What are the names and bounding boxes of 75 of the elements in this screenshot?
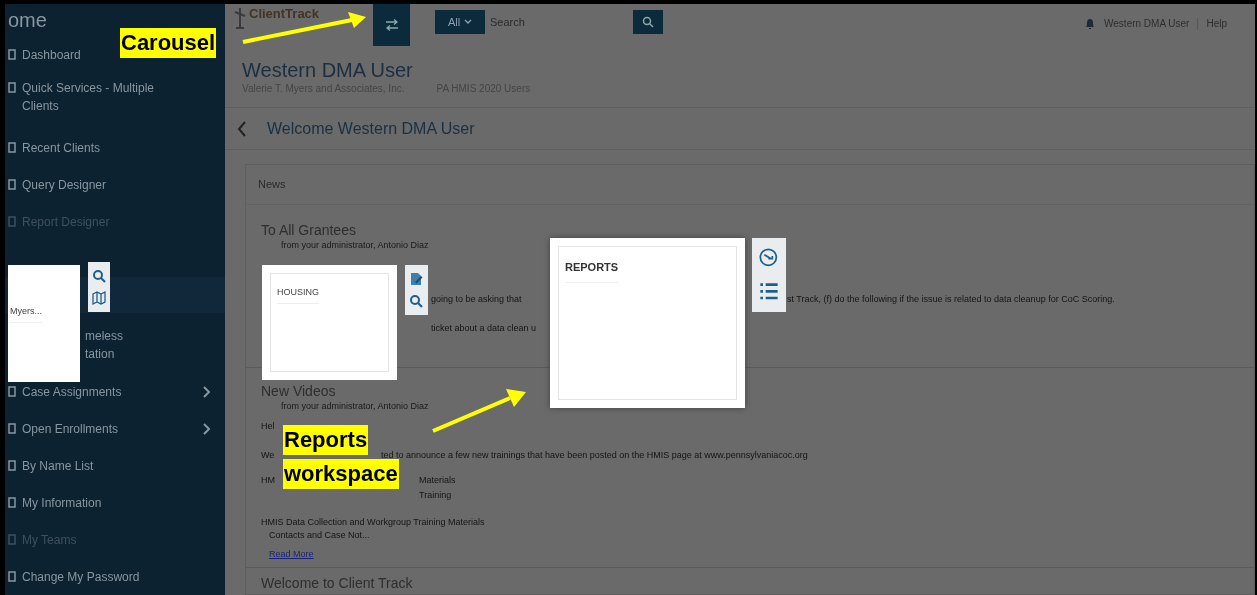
page-icon — [8, 534, 16, 545]
menu-item-label[interactable]: My Information — [22, 493, 102, 512]
menu-item-label[interactable]: meless — [85, 327, 123, 345]
back-icon — [237, 120, 247, 137]
edit-document-button[interactable] — [409, 271, 424, 287]
callout-label: Carousel — [120, 28, 217, 58]
edit-document-icon — [409, 271, 424, 287]
page-icon — [8, 460, 16, 471]
swap-arrows-icon — [384, 19, 399, 31]
page-icon — [8, 142, 16, 153]
search-icon — [642, 16, 654, 28]
post-text: st Track, (f) do the following if the issue is related to data cleanup for CoC Scoring. — [787, 293, 1115, 306]
post-text: We — [261, 449, 275, 462]
search-button[interactable] — [633, 10, 663, 34]
page-icon — [8, 82, 16, 93]
caret-icon — [464, 19, 473, 25]
post-text: Contacts and Case Not... — [269, 529, 370, 542]
post-author: from your administrator, Antonio Diaz — [281, 400, 430, 412]
bell-icon — [1084, 17, 1097, 30]
page-icon — [8, 216, 16, 227]
page-icon — [8, 497, 16, 508]
callout-label: Reports — [283, 425, 369, 455]
card-title: HOUSING — [277, 286, 319, 304]
scope-dropdown[interactable]: All — [435, 10, 485, 34]
menu-item-label[interactable]: Case Assignments — [22, 382, 122, 401]
menu-item-label[interactable]: Quick Services - Multiple — [22, 79, 155, 97]
search-button[interactable] — [91, 268, 107, 284]
post-title: To All Grantees — [261, 221, 357, 239]
menu-item-label[interactable]: Query Designer — [22, 175, 107, 194]
post-text: ticket about a data clean u — [431, 322, 537, 335]
post-text: HMIS Data Collection and Workgroup Training Materials — [261, 516, 485, 529]
post-text: going to be asking that — [431, 293, 522, 306]
map-icon — [91, 290, 107, 306]
page-icon — [8, 49, 16, 60]
search-icon — [91, 268, 107, 284]
checklist-icon — [759, 282, 779, 302]
post-author: from your administrator, Antonio Diaz — [281, 239, 430, 251]
card-title: Myers... — [10, 305, 42, 323]
menu-item-label[interactable]: Recent Clients — [22, 138, 101, 157]
post-text: Materials — [419, 474, 456, 487]
logo-text: ClientTrack — [249, 6, 320, 22]
search-icon — [409, 293, 424, 309]
carousel-card[interactable]: REPORTS — [550, 238, 745, 408]
page-icon — [8, 571, 16, 582]
figure-icon — [233, 6, 247, 30]
carousel-button[interactable] — [373, 4, 410, 46]
checklist-button[interactable] — [759, 282, 779, 302]
section-title: Welcome to Client Track — [261, 574, 414, 592]
post-text: Training — [419, 489, 452, 502]
back-button[interactable] — [237, 120, 247, 137]
menu-item-label[interactable]: By Name List — [22, 456, 94, 475]
menu-item-label[interactable]: Open Enrollments — [22, 419, 119, 438]
menu-item-label[interactable]: Clients — [22, 97, 59, 115]
circle-arrow-button[interactable] — [759, 248, 779, 268]
callout-label: workspace — [283, 459, 399, 489]
breadcrumb-title: Welcome Western DMA User — [267, 118, 475, 139]
page-icon — [8, 423, 16, 434]
search-button[interactable] — [409, 293, 424, 309]
menu-item-label[interactable]: Change My Password — [22, 567, 140, 586]
page-icon — [8, 386, 16, 397]
post-text: HM — [261, 474, 275, 487]
card-title: REPORTS — [565, 259, 619, 283]
page-title: Western DMA User — [242, 58, 414, 82]
search-field[interactable]: Search — [485, 10, 630, 34]
panel-title: News — [258, 177, 286, 193]
menu-item-label[interactable]: tation — [85, 345, 115, 363]
sidebar-title: ome — [8, 8, 47, 33]
page-icon — [8, 179, 16, 190]
menu-item-label[interactable]: Dashboard — [22, 45, 81, 64]
map-button[interactable] — [91, 290, 107, 306]
carousel-card[interactable]: HOUSING — [262, 265, 397, 380]
post-title: New Videos — [261, 382, 337, 400]
post-text: ted to announce a few new trainings that have been posted on the HMIS page at www.pennsylvaniacoc.org — [381, 449, 808, 462]
post-text: Hel — [261, 420, 275, 433]
carousel-card[interactable]: Myers... — [8, 265, 80, 382]
